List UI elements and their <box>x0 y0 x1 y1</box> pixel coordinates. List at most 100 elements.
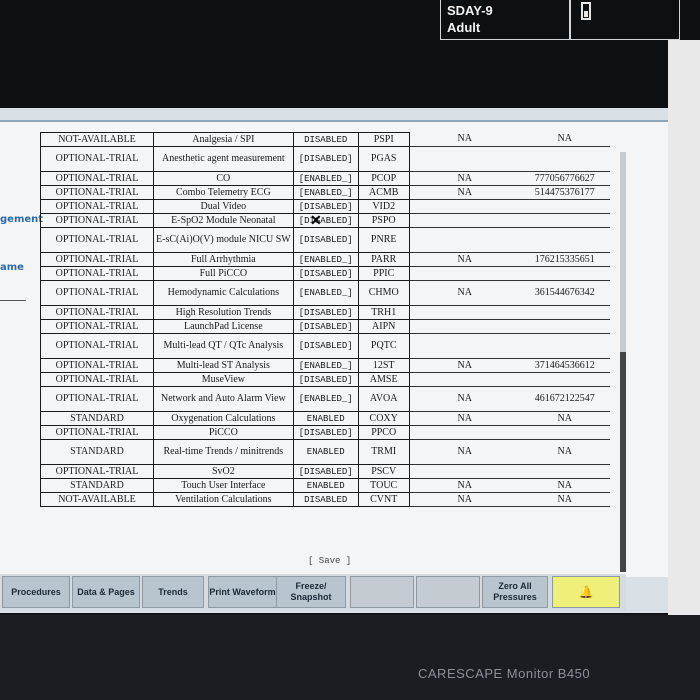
toolbar-button-1[interactable]: Data & Pages <box>72 576 140 608</box>
scrollbar-thumb[interactable] <box>620 352 626 572</box>
table-row[interactable]: OPTIONAL-TRIAL PiCCO [DISABLED] PPCO <box>40 425 610 440</box>
table-row[interactable]: OPTIONAL-TRIAL E-SpO2 Module Neonatal [DIS… <box>40 213 610 228</box>
state-cell[interactable]: [DISABLED] <box>292 372 359 387</box>
state-cell[interactable]: [DISABLED] <box>292 319 359 334</box>
table-row[interactable]: OPTIONAL-TRIAL Multi-lead ST Analysis [ENA… <box>40 358 610 373</box>
state-cell[interactable]: [DISABLED] <box>292 213 359 228</box>
table-row[interactable]: NOT-AVAILABLE Analgesia / SPI DISABLED PSPI… <box>40 132 610 147</box>
table-row[interactable]: OPTIONAL-TRIAL LaunchPad License [DISABLED… <box>40 319 610 334</box>
state-cell[interactable]: [DISABLED] <box>292 464 359 479</box>
table-row[interactable]: STANDARD Real-time Trends / minitrends ENA… <box>40 439 610 465</box>
alarm-silence-button[interactable]: 🔔 <box>552 576 620 608</box>
toolbar-button-0[interactable]: Procedures <box>2 576 70 608</box>
table-row[interactable]: OPTIONAL-TRIAL Network and Auto Alarm Vie… <box>40 386 610 412</box>
value-cell <box>409 199 520 214</box>
license-table-wrap[interactable]: NOT-AVAILABLE Analgesia / SPI DISABLED PSPI… <box>40 132 652 544</box>
table-row[interactable]: STANDARD Touch User Interface ENABLED TOUC N… <box>40 478 610 493</box>
table-row[interactable]: OPTIONAL-TRIAL CO [ENABLED_] PCOP NA 77705677… <box>40 171 610 186</box>
table-row[interactable]: OPTIONAL-TRIAL MuseView [DISABLED] AMSE <box>40 372 610 387</box>
state-cell[interactable]: ENABLED <box>292 478 359 493</box>
value-cell <box>409 227 520 253</box>
left-menu-item-name[interactable]: ame <box>0 262 24 273</box>
serial-cell <box>519 319 610 334</box>
state-cell[interactable]: [DISABLED] <box>292 227 359 253</box>
state-cell[interactable]: [DISABLED] <box>292 199 359 214</box>
value-cell: NA <box>409 280 520 306</box>
feature-cell: Full Arrhythmia <box>153 252 294 267</box>
status-cell: NOT-AVAILABLE <box>40 492 154 507</box>
table-row[interactable]: OPTIONAL-TRIAL E-sC(Ai)O(V) module NICU S… <box>40 227 610 253</box>
table-row[interactable]: OPTIONAL-TRIAL High Resolution Trends [DIS… <box>40 305 610 320</box>
feature-cell: Dual Video <box>153 199 294 214</box>
table-row[interactable]: OPTIONAL-TRIAL Dual Video [DISABLED] VID2 <box>40 199 610 214</box>
code-cell: TRMI <box>357 439 410 465</box>
state-cell[interactable]: [ENABLED_] <box>292 171 359 186</box>
table-row[interactable]: OPTIONAL-TRIAL Full PiCCO [DISABLED] PPIC <box>40 266 610 281</box>
serial-cell <box>519 305 610 320</box>
toolbar-button-2[interactable]: Trends <box>142 576 204 608</box>
table-row[interactable]: OPTIONAL-TRIAL Anesthetic agent measureme… <box>40 146 610 172</box>
state-cell[interactable]: [DISABLED] <box>292 146 359 172</box>
state-cell[interactable]: [DISABLED] <box>292 333 359 359</box>
status-cell: OPTIONAL-TRIAL <box>40 333 154 359</box>
table-row[interactable]: NOT-AVAILABLE Ventilation Calculations DIS… <box>40 492 610 507</box>
feature-cell: Multi-lead QT / QTc Analysis <box>153 333 294 359</box>
code-cell: PARR <box>357 252 410 267</box>
code-cell: PSCV <box>357 464 410 479</box>
value-cell: NA <box>409 358 520 373</box>
toolbar-button-7[interactable]: Zero All Pressures <box>482 576 548 608</box>
value-cell <box>409 319 520 334</box>
feature-cell: SvO2 <box>153 464 294 479</box>
table-row[interactable]: OPTIONAL-TRIAL Hemodynamic Calculations [E… <box>40 280 610 306</box>
patient-info-box[interactable]: SDAY-9 Adult <box>440 0 570 40</box>
monitor-bottom-bezel <box>0 615 700 700</box>
left-menu-item-management[interactable]: gement <box>0 214 43 225</box>
serial-cell <box>519 464 610 479</box>
state-cell[interactable]: [DISABLED] <box>292 425 359 440</box>
table-row[interactable]: OPTIONAL-TRIAL Full Arrhythmia [ENABLED_] P… <box>40 252 610 267</box>
save-button[interactable]: [ Save ] <box>308 556 351 566</box>
code-cell: PPIC <box>357 266 410 281</box>
serial-cell: 371464536612 <box>519 358 610 373</box>
status-cell: OPTIONAL-TRIAL <box>40 319 154 334</box>
code-cell: PCOP <box>357 171 410 186</box>
state-cell[interactable]: [DISABLED] <box>292 266 359 281</box>
toolbar-button-label: Freeze/ Snapshot <box>290 581 332 602</box>
code-cell: TOUC <box>357 478 410 493</box>
status-cell: STANDARD <box>40 478 154 493</box>
state-cell[interactable]: [DISABLED] <box>292 305 359 320</box>
toolbar-button-4[interactable]: Freeze/ Snapshot <box>276 576 346 608</box>
toolbar-button-label: Zero All Pressures <box>493 581 537 602</box>
toolbar-button-5[interactable] <box>350 576 414 608</box>
state-cell[interactable]: DISABLED <box>292 492 359 507</box>
state-cell[interactable]: [ENABLED_] <box>292 280 359 306</box>
serial-cell: NA <box>519 132 610 147</box>
table-row[interactable]: OPTIONAL-TRIAL Combo Telemetry ECG [ENABLE… <box>40 185 610 200</box>
value-cell: NA <box>409 132 520 147</box>
table-row[interactable]: OPTIONAL-TRIAL Multi-lead QT / QTc Analys… <box>40 333 610 359</box>
toolbar-button-6[interactable] <box>416 576 480 608</box>
scrollbar[interactable] <box>620 152 626 572</box>
state-cell[interactable]: DISABLED <box>292 132 359 147</box>
code-cell: COXY <box>357 411 410 426</box>
serial-cell: 777056776627 <box>519 171 610 186</box>
state-cell[interactable]: [ENABLED_] <box>292 386 359 412</box>
toolbar-button-3[interactable]: Print Waveforms <box>208 576 282 608</box>
left-menu: gement ame <box>0 122 44 562</box>
value-cell <box>409 146 520 172</box>
serial-cell <box>519 333 610 359</box>
code-cell: VID2 <box>357 199 410 214</box>
state-cell[interactable]: ENABLED <box>292 411 359 426</box>
state-cell[interactable]: [ENABLED_] <box>292 358 359 373</box>
value-cell: NA <box>409 185 520 200</box>
serial-cell <box>519 213 610 228</box>
table-row[interactable]: OPTIONAL-TRIAL SvO2 [DISABLED] PSCV <box>40 464 610 479</box>
state-cell[interactable]: [ENABLED_] <box>292 185 359 200</box>
state-cell[interactable]: ENABLED <box>292 439 359 465</box>
feature-cell: Oxygenation Calculations <box>153 411 294 426</box>
status-cell: STANDARD <box>40 411 154 426</box>
state-cell[interactable]: [ENABLED_] <box>292 252 359 267</box>
feature-cell: PiCCO <box>153 425 294 440</box>
table-row[interactable]: STANDARD Oxygenation Calculations ENABLED C… <box>40 411 610 426</box>
monitor-screen: gement ame NOT-AVAILABLE Analgesia / SPI D… <box>0 108 668 613</box>
